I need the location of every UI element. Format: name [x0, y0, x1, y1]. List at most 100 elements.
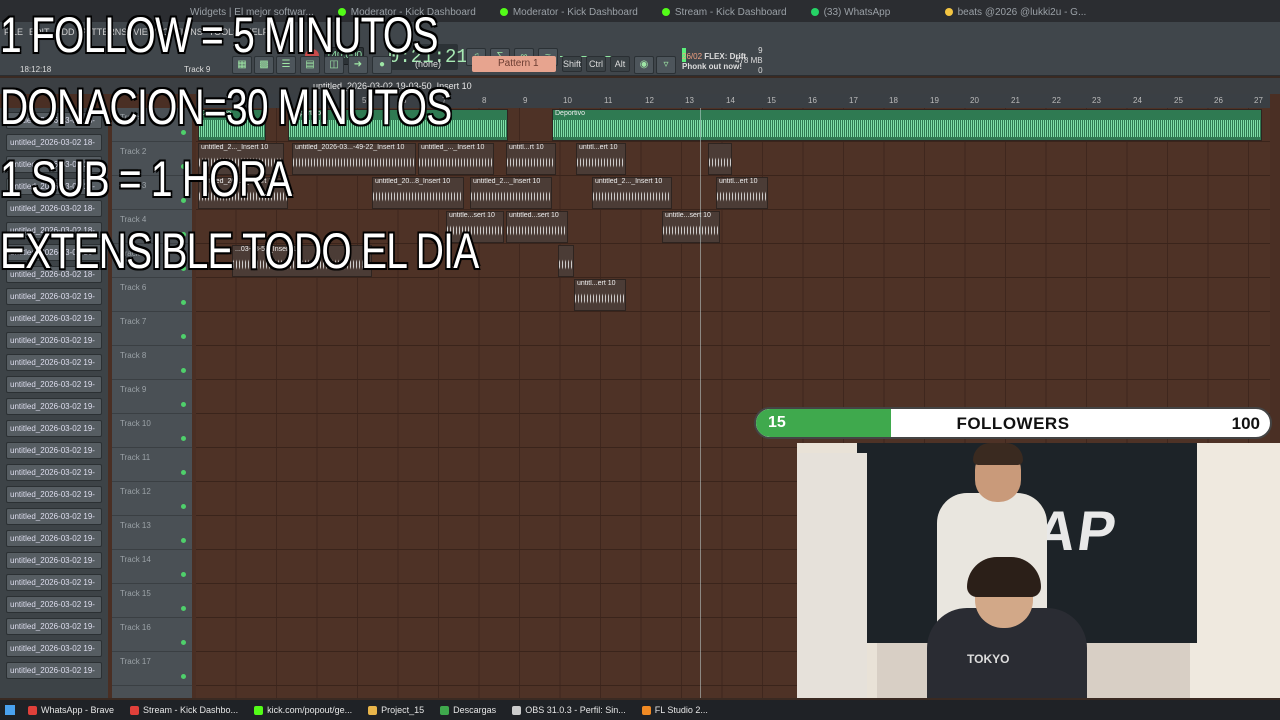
- clip-label: untitled_20...8_Insert 10: [375, 178, 451, 185]
- ruler-tick: 16: [808, 96, 817, 105]
- track-mute-led[interactable]: [181, 606, 186, 611]
- waveform: [507, 222, 567, 239]
- start-button[interactable]: [0, 700, 20, 720]
- browser-item[interactable]: untitled_2026-03-02 19-: [6, 442, 102, 459]
- browser-tab[interactable]: (33) WhatsApp: [801, 3, 931, 21]
- audio-clip[interactable]: untitled_2026-03...-49-22_Insert 10: [292, 143, 416, 175]
- audio-clip[interactable]: untitle...sert 10: [662, 211, 720, 243]
- playhead[interactable]: [700, 108, 701, 698]
- clip-label: untitle...sert 10: [449, 212, 495, 219]
- ruler-tick: 12: [645, 96, 654, 105]
- taskbar-item[interactable]: Descargas: [432, 700, 504, 720]
- audio-clip[interactable]: untitled...sert 10: [506, 211, 568, 243]
- track-header[interactable]: Track 10: [112, 414, 192, 448]
- audio-clip[interactable]: untitled_2..._Insert 10: [592, 177, 672, 209]
- browser-item[interactable]: untitled_2026-03-02 19-: [6, 332, 102, 349]
- taskbar-item[interactable]: WhatsApp - Brave: [20, 700, 122, 720]
- browser-item[interactable]: untitled_2026-03-02 19-: [6, 486, 102, 503]
- browser-item[interactable]: untitled_2026-03-02 19-: [6, 376, 102, 393]
- waveform: [593, 188, 671, 205]
- ruler-tick: 13: [685, 96, 694, 105]
- browser-item[interactable]: untitled_2026-03-02 19-: [6, 662, 102, 679]
- browser-item[interactable]: untitled_2026-03-02 19-: [6, 354, 102, 371]
- audio-clip[interactable]: untitled_..._Insert 10: [418, 143, 494, 175]
- browser-item[interactable]: untitled_2026-03-02 19-: [6, 310, 102, 327]
- ruler-tick: 21: [1011, 96, 1020, 105]
- browser-item[interactable]: untitled_2026-03-02 19-: [6, 464, 102, 481]
- audio-clip[interactable]: untitled_2..._Insert 10: [470, 177, 552, 209]
- track-mute-led[interactable]: [181, 300, 186, 305]
- track-header[interactable]: Track 12: [112, 482, 192, 516]
- taskbar-item[interactable]: OBS 31.0.3 - Perfil: Sin...: [504, 700, 634, 720]
- kick-icon: [661, 8, 670, 16]
- chat-icon[interactable]: ◉: [634, 56, 654, 74]
- overlay-sub-rule: 1 SUB = 1 HORA: [0, 151, 292, 207]
- audio-clip[interactable]: untitl...ert 10: [574, 279, 626, 311]
- track-mute-led[interactable]: [181, 368, 186, 373]
- audio-clip[interactable]: [708, 143, 732, 175]
- browser-tab[interactable]: Stream - Kick Dashboard: [652, 3, 797, 21]
- browser-item[interactable]: untitled_2026-03-02 19-: [6, 618, 102, 635]
- waveform: [419, 154, 493, 171]
- cart-icon[interactable]: ▿: [656, 56, 676, 74]
- follower-goal: 100: [1231, 414, 1260, 433]
- browser-tab[interactable]: beats @2026 @lukki2u - G...: [935, 3, 1097, 21]
- ruler-tick: 20: [970, 96, 979, 105]
- track-mute-led[interactable]: [181, 674, 186, 679]
- track-header[interactable]: Track 15: [112, 584, 192, 618]
- news-panel[interactable]: 26/02 FLEX: Drift Phonk out now!: [682, 52, 772, 72]
- audio-clip[interactable]: untitl...ert 10: [576, 143, 626, 175]
- tab-label: beats @2026 @lukki2u - G...: [957, 6, 1087, 18]
- ruler-tick: 18: [889, 96, 898, 105]
- taskbar-item[interactable]: Project_15: [360, 700, 432, 720]
- browser-item[interactable]: untitled_2026-03-02 19-: [6, 530, 102, 547]
- audio-clip[interactable]: Deportivo: [552, 109, 1262, 141]
- track-mute-led[interactable]: [181, 334, 186, 339]
- waveform: [709, 154, 731, 171]
- browser-item[interactable]: untitled_2026-03-02 19-: [6, 552, 102, 569]
- audio-clip[interactable]: untitl...ert 10: [716, 177, 768, 209]
- browser-item[interactable]: untitled_2026-03-02 19-: [6, 640, 102, 657]
- browser-item[interactable]: untitled_2026-03-02 19-: [6, 398, 102, 415]
- tab-label: Moderator - Kick Dashboard: [512, 6, 638, 18]
- browser-item[interactable]: untitled_2026-03-02 19-: [6, 508, 102, 525]
- track-name: Track 10: [120, 419, 151, 428]
- track-header[interactable]: Track 14: [112, 550, 192, 584]
- track-mute-led[interactable]: [181, 470, 186, 475]
- track-header[interactable]: Track 11: [112, 448, 192, 482]
- browser-item[interactable]: untitled_2026-03-02 19-: [6, 420, 102, 437]
- pattern-selector[interactable]: Pattern 1: [472, 56, 556, 72]
- browser-tab[interactable]: Moderator - Kick Dashboard: [490, 3, 648, 21]
- audio-clip[interactable]: untitl...rt 10: [506, 143, 556, 175]
- track-header[interactable]: Track 13: [112, 516, 192, 550]
- browser-item[interactable]: untitled_2026-03-02 19-: [6, 288, 102, 305]
- audio-clip[interactable]: [558, 245, 574, 277]
- taskbar-item[interactable]: FL Studio 2...: [634, 700, 716, 720]
- track-header[interactable]: Track 16: [112, 618, 192, 652]
- waveform: [553, 120, 1261, 137]
- track-header[interactable]: Track 6: [112, 278, 192, 312]
- track-header[interactable]: Track 8: [112, 346, 192, 380]
- browser-item[interactable]: untitled_2026-03-02 19-: [6, 596, 102, 613]
- ctrl-key[interactable]: Ctrl: [586, 56, 606, 72]
- track-mute-led[interactable]: [181, 504, 186, 509]
- ruler-tick: 14: [726, 96, 735, 105]
- taskbar-label: Stream - Kick Dashbo...: [143, 705, 239, 715]
- alt-key[interactable]: Alt: [610, 56, 630, 72]
- track-mute-led[interactable]: [181, 538, 186, 543]
- waveform: [293, 154, 415, 171]
- audio-clip[interactable]: untitled_20...8_Insert 10: [372, 177, 464, 209]
- track-mute-led[interactable]: [181, 402, 186, 407]
- taskbar-item[interactable]: Stream - Kick Dashbo...: [122, 700, 246, 720]
- taskbar-item[interactable]: kick.com/popout/ge...: [246, 700, 360, 720]
- track-mute-led[interactable]: [181, 436, 186, 441]
- browser-item[interactable]: untitled_2026-03-02 18-: [6, 134, 102, 151]
- track-header[interactable]: Track 9: [112, 380, 192, 414]
- browser-item[interactable]: untitled_2026-03-02 19-: [6, 574, 102, 591]
- shift-key[interactable]: Shift: [562, 56, 582, 72]
- track-mute-led[interactable]: [181, 640, 186, 645]
- track-header[interactable]: Track 7: [112, 312, 192, 346]
- track-mute-led[interactable]: [181, 572, 186, 577]
- whatsapp-icon: [810, 8, 819, 16]
- track-header[interactable]: Track 17: [112, 652, 192, 686]
